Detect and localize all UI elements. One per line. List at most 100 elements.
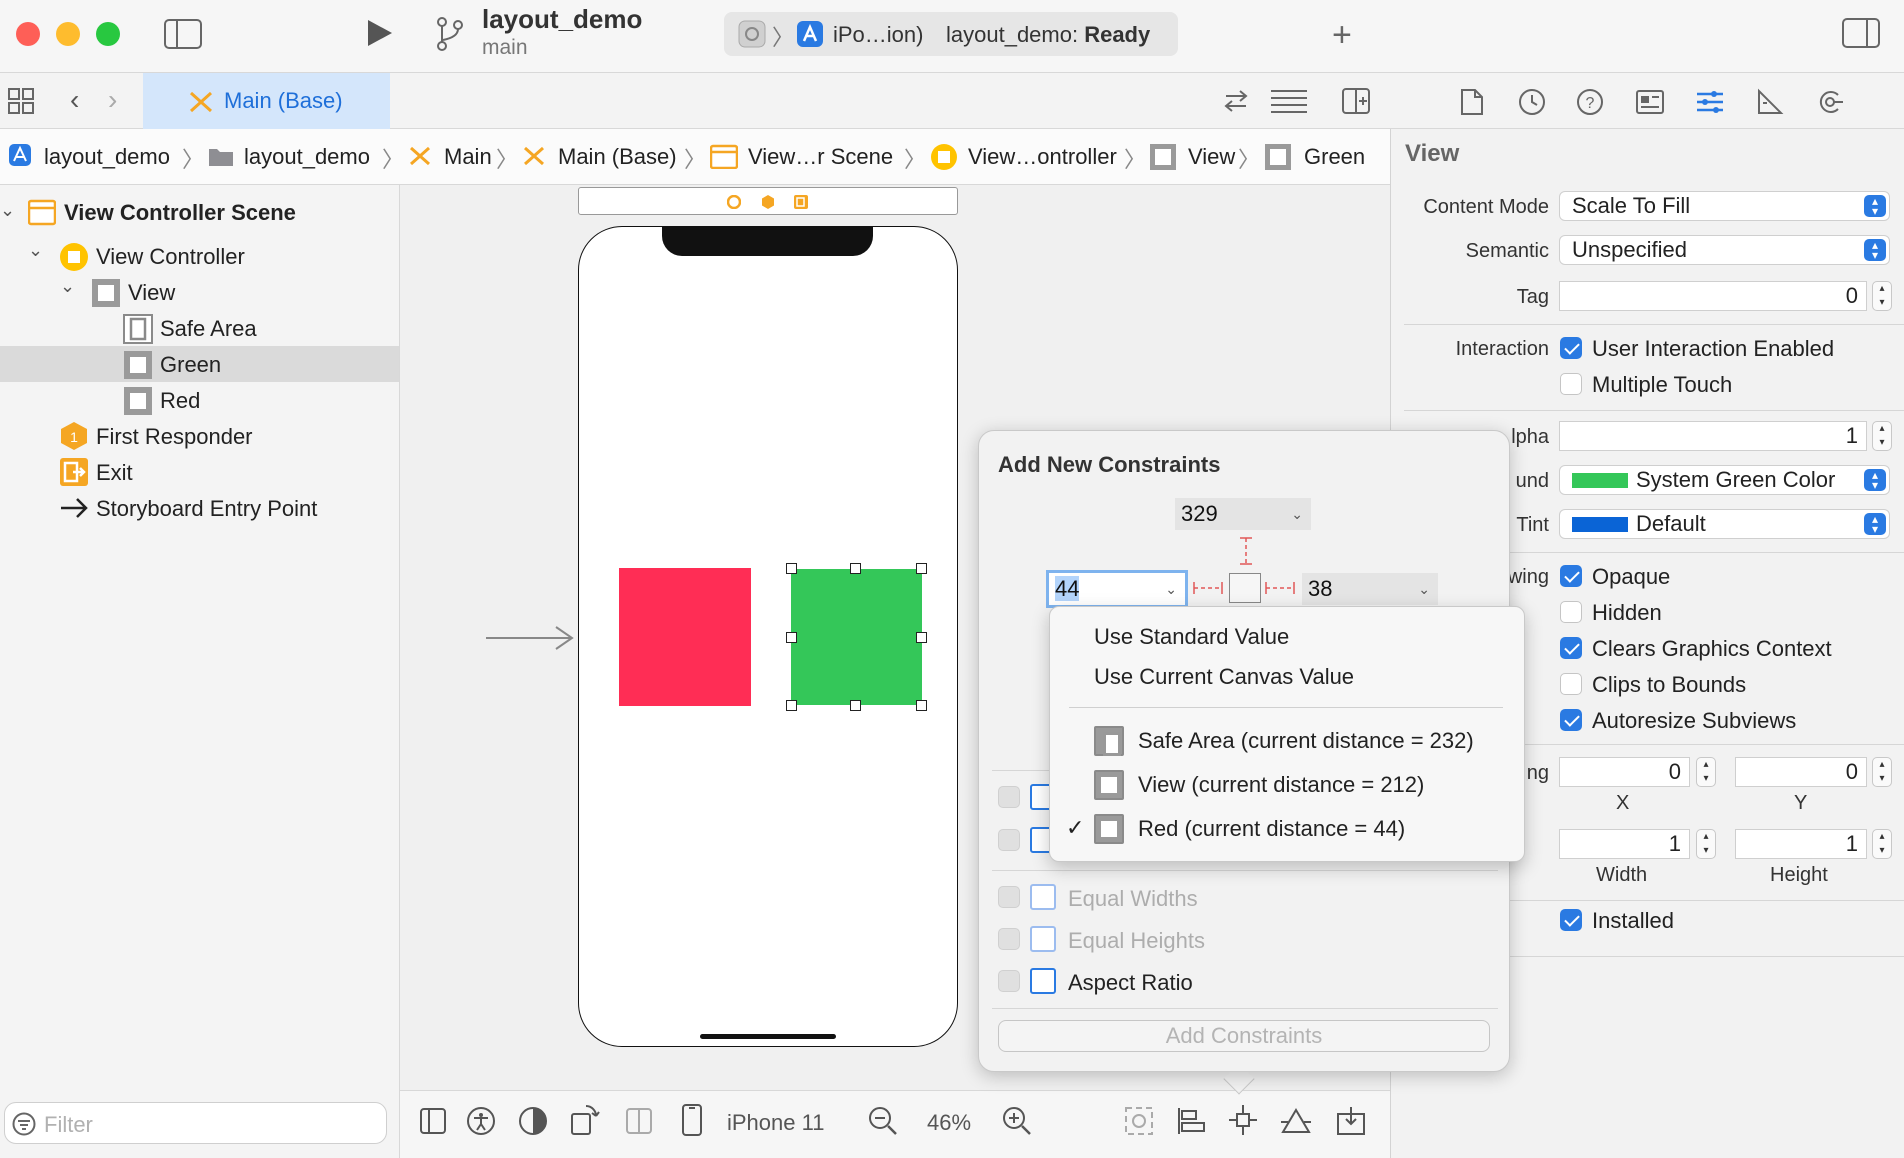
- resize-handle[interactable]: [786, 632, 797, 643]
- resize-handle[interactable]: [916, 700, 927, 711]
- add-constraints-button[interactable]: Add Constraints: [998, 1020, 1490, 1052]
- menu-item-safe-area[interactable]: Safe Area (current distance = 232): [1138, 728, 1474, 754]
- disclosure-chevron-down-icon[interactable]: ⌄: [60, 276, 75, 297]
- navigator-toggle-icon[interactable]: [164, 19, 202, 49]
- leading-constraint-field[interactable]: 44 ⌄: [1046, 570, 1188, 608]
- clips-to-bounds-checkbox[interactable]: [1560, 673, 1582, 695]
- swap-icon[interactable]: [1222, 88, 1250, 114]
- disclosure-chevron-down-icon[interactable]: ⌄: [28, 240, 43, 261]
- add-editor-icon[interactable]: [1342, 88, 1370, 114]
- tint-color-popup[interactable]: Default ▴ ▾: [1559, 509, 1890, 539]
- add-icon[interactable]: +: [1332, 16, 1352, 55]
- size-inspector-icon[interactable]: [1756, 88, 1784, 116]
- inspector-toggle-icon[interactable]: [1842, 18, 1880, 48]
- minimize-window-button[interactable]: [56, 22, 80, 46]
- dropdown-chevron-icon[interactable]: ⌄: [1165, 573, 1177, 605]
- red-view[interactable]: [619, 568, 751, 706]
- top-spacing-strut-icon[interactable]: [1236, 536, 1256, 566]
- forward-icon[interactable]: ›: [108, 84, 117, 116]
- adjust-editor-icon[interactable]: [1270, 88, 1308, 114]
- zoom-out-icon[interactable]: [868, 1106, 898, 1136]
- resize-handle[interactable]: [786, 563, 797, 574]
- scene-dock-first-responder-icon[interactable]: [761, 195, 775, 209]
- tag-field[interactable]: 0: [1559, 281, 1867, 311]
- close-window-button[interactable]: [16, 22, 40, 46]
- resize-handle[interactable]: [850, 563, 861, 574]
- multiple-touch-checkbox[interactable]: [1560, 373, 1582, 395]
- resize-handle[interactable]: [916, 563, 927, 574]
- content-mode-popup[interactable]: Scale To Fill ▴ ▾: [1559, 191, 1890, 221]
- alpha-field[interactable]: 1: [1559, 421, 1867, 451]
- equal-widths-checkbox[interactable]: [998, 886, 1020, 908]
- autoresize-checkbox[interactable]: [1560, 709, 1582, 731]
- breadcrumb-item[interactable]: layout_demo: [244, 144, 370, 170]
- align-icon[interactable]: [1176, 1106, 1206, 1136]
- breadcrumb-item[interactable]: layout_demo: [44, 144, 170, 170]
- breadcrumb-item[interactable]: View: [1188, 144, 1235, 170]
- run-button[interactable]: [366, 18, 394, 48]
- file-inspector-icon[interactable]: [1460, 88, 1484, 116]
- menu-item-red[interactable]: Red (current distance = 44): [1138, 816, 1405, 842]
- clears-graphics-checkbox[interactable]: [1560, 637, 1582, 659]
- stretch-height-field[interactable]: 1: [1735, 829, 1867, 859]
- attributes-inspector-icon[interactable]: [1696, 88, 1724, 116]
- opaque-checkbox[interactable]: [1560, 565, 1582, 587]
- split-view-icon[interactable]: [626, 1108, 652, 1134]
- history-inspector-icon[interactable]: [1518, 88, 1546, 116]
- menu-item-canvas-value[interactable]: Use Current Canvas Value: [1094, 664, 1354, 690]
- help-inspector-icon[interactable]: ?: [1576, 88, 1604, 116]
- tag-stepper[interactable]: ▴ ▾: [1872, 281, 1892, 311]
- dropdown-chevron-icon[interactable]: ⌄: [1418, 573, 1430, 605]
- back-icon[interactable]: ‹: [70, 84, 79, 116]
- resize-handle[interactable]: [786, 700, 797, 711]
- aspect-ratio-checkbox[interactable]: [998, 970, 1020, 992]
- add-constraints-icon[interactable]: [1228, 1104, 1258, 1136]
- trailing-constraint-field[interactable]: 38 ⌄: [1302, 573, 1438, 605]
- disclosure-chevron-down-icon[interactable]: ⌄: [0, 200, 15, 221]
- scene-dock-exit-icon[interactable]: [794, 195, 808, 209]
- installed-checkbox[interactable]: [1560, 909, 1582, 931]
- height-constraint-checkbox[interactable]: [998, 829, 1020, 851]
- resolve-issues-icon[interactable]: [1280, 1106, 1312, 1136]
- semantic-popup[interactable]: Unspecified ▴ ▾: [1559, 235, 1890, 265]
- stretch-width-field[interactable]: 1: [1559, 829, 1690, 859]
- breadcrumb-item[interactable]: View…r Scene: [748, 144, 893, 170]
- orientation-icon[interactable]: [570, 1104, 600, 1136]
- breadcrumb-item[interactable]: View…ontroller: [968, 144, 1117, 170]
- related-items-icon[interactable]: [8, 88, 36, 114]
- green-view-selected[interactable]: [791, 569, 922, 705]
- trailing-spacing-strut-icon[interactable]: [1264, 578, 1296, 598]
- resize-handle[interactable]: [916, 632, 927, 643]
- connections-inspector-icon[interactable]: [1816, 88, 1844, 116]
- stretch-height-stepper[interactable]: ▴ ▾: [1872, 829, 1892, 859]
- embed-in-icon[interactable]: [1336, 1106, 1366, 1136]
- breadcrumb-item[interactable]: Main: [444, 144, 492, 170]
- stretch-x-field[interactable]: 0: [1559, 757, 1690, 787]
- stretch-y-stepper[interactable]: ▴ ▾: [1872, 757, 1892, 787]
- menu-item-view[interactable]: View (current distance = 212): [1138, 772, 1424, 798]
- device-name[interactable]: iPhone 11: [727, 1110, 824, 1136]
- outline-toggle-icon[interactable]: [420, 1108, 446, 1134]
- identity-inspector-icon[interactable]: [1636, 90, 1664, 114]
- top-constraint-field[interactable]: 329 ⌄: [1175, 498, 1311, 530]
- scene-dock-view-controller-icon[interactable]: [727, 195, 741, 209]
- accessibility-icon[interactable]: [466, 1106, 496, 1136]
- background-color-popup[interactable]: System Green Color ▴ ▾: [1559, 465, 1890, 495]
- stretch-x-stepper[interactable]: ▴ ▾: [1696, 757, 1716, 787]
- stretch-y-field[interactable]: 0: [1735, 757, 1867, 787]
- stretch-width-stepper[interactable]: ▴ ▾: [1696, 829, 1716, 859]
- leading-spacing-strut-icon[interactable]: [1192, 578, 1224, 598]
- hidden-checkbox[interactable]: [1560, 601, 1582, 623]
- alpha-stepper[interactable]: ▴ ▾: [1872, 421, 1892, 451]
- resize-handle[interactable]: [850, 700, 861, 711]
- breadcrumb-item[interactable]: Green: [1304, 144, 1365, 170]
- device-phone-icon[interactable]: [682, 1104, 702, 1136]
- zoom-window-button[interactable]: [96, 22, 120, 46]
- breadcrumb-item[interactable]: Main (Base): [558, 144, 677, 170]
- appearance-icon[interactable]: [518, 1106, 548, 1136]
- entry-point-arrow-icon[interactable]: [486, 624, 576, 652]
- update-frames-icon[interactable]: [1124, 1106, 1154, 1136]
- user-interaction-checkbox[interactable]: [1560, 337, 1582, 359]
- width-constraint-checkbox[interactable]: [998, 786, 1020, 808]
- dropdown-chevron-icon[interactable]: ⌄: [1291, 498, 1303, 530]
